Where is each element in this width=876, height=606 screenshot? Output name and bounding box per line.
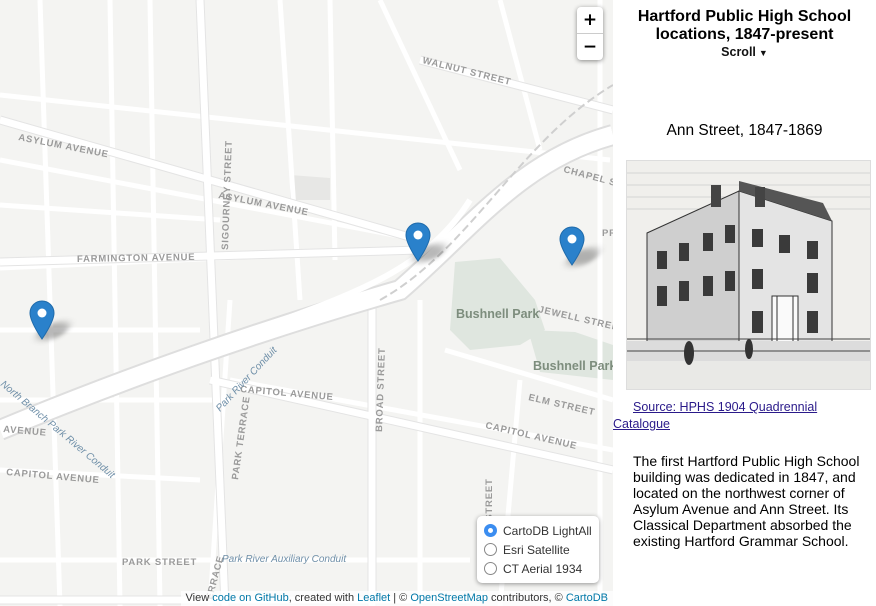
image-source-link[interactable]: Source: HPHS 1904 Quadrennial Catalogue (613, 399, 843, 433)
map-marker[interactable] (29, 300, 75, 340)
chapter-description: The first Hartford Public High School bu… (633, 453, 860, 549)
attribution-text: View (185, 592, 213, 604)
svg-text:Bushnell Park: Bushnell Park (533, 359, 613, 373)
attribution-text: contributors, © (488, 592, 566, 604)
layer-option-label: Esri Satellite (503, 542, 570, 557)
page-title: Hartford Public High School locations, 1… (637, 8, 852, 43)
attribution-text: , created with (288, 592, 358, 604)
layer-option-esri[interactable]: Esri Satellite (484, 540, 593, 559)
svg-text:Park River Auxiliary Conduit: Park River Auxiliary Conduit (222, 554, 347, 565)
layer-control: CartoDB LightAll Esri Satellite CT Aeria… (477, 516, 599, 583)
svg-text:SIGOURNEY STREET: SIGOURNEY STREET (220, 140, 235, 250)
historic-building-image (626, 160, 871, 390)
svg-text:CHAPEL ST: CHAPEL ST (562, 164, 613, 190)
building-illustration (627, 161, 870, 389)
chapter-title: Ann Street, 1847-1869 (666, 122, 823, 139)
park-area (290, 175, 330, 200)
map-marker-icon (29, 300, 55, 340)
svg-text:WALNUT STREET: WALNUT STREET (421, 55, 512, 88)
osm-link[interactable]: OpenStreetMap (410, 592, 488, 604)
layer-option-label: CartoDB LightAll (503, 523, 592, 538)
svg-text:PR: PR (602, 228, 613, 239)
radio-icon[interactable] (484, 543, 497, 556)
map-attribution: View code on GitHub, created with Leafle… (180, 591, 613, 606)
leaflet-link[interactable]: Leaflet (357, 592, 390, 604)
layer-option-cartodb[interactable]: CartoDB LightAll (484, 521, 593, 540)
caret-down-icon: ▼ (758, 48, 768, 58)
radio-icon[interactable] (484, 562, 497, 575)
map-canvas[interactable]: ASYLUM AVENUE ASYLUM AVENUE FARMINGTON A… (0, 0, 613, 606)
map-marker-icon (559, 226, 585, 266)
svg-text:PARK TERRACE: PARK TERRACE (230, 395, 253, 480)
map-marker[interactable] (405, 222, 451, 262)
svg-text:CAPITOL AVENUE: CAPITOL AVENUE (6, 467, 100, 486)
svg-text:ELM STREET: ELM STREET (527, 392, 596, 418)
cartodb-link[interactable]: CartoDB (566, 592, 608, 604)
scroll-hint[interactable]: Scroll ▼ (613, 45, 876, 59)
github-link[interactable]: code on GitHub (212, 592, 288, 604)
zoom-out-button[interactable]: − (577, 33, 603, 60)
layer-option-ct-aerial[interactable]: CT Aerial 1934 (484, 559, 593, 578)
map-marker[interactable] (559, 226, 605, 266)
svg-text:FARMINGTON AVENUE: FARMINGTON AVENUE (77, 252, 196, 265)
map-marker-icon (405, 222, 431, 262)
scroll-label: Scroll (721, 45, 756, 59)
attribution-text: | © (390, 592, 411, 604)
radio-selected-icon[interactable] (484, 524, 497, 537)
svg-text:Bushnell Park: Bushnell Park (456, 307, 539, 321)
story-panel[interactable]: Hartford Public High School locations, 1… (613, 0, 876, 606)
svg-text:PARK STREET: PARK STREET (122, 557, 197, 568)
zoom-control: + − (577, 7, 603, 60)
zoom-in-button[interactable]: + (577, 7, 603, 33)
layer-option-label: CT Aerial 1934 (503, 561, 583, 576)
